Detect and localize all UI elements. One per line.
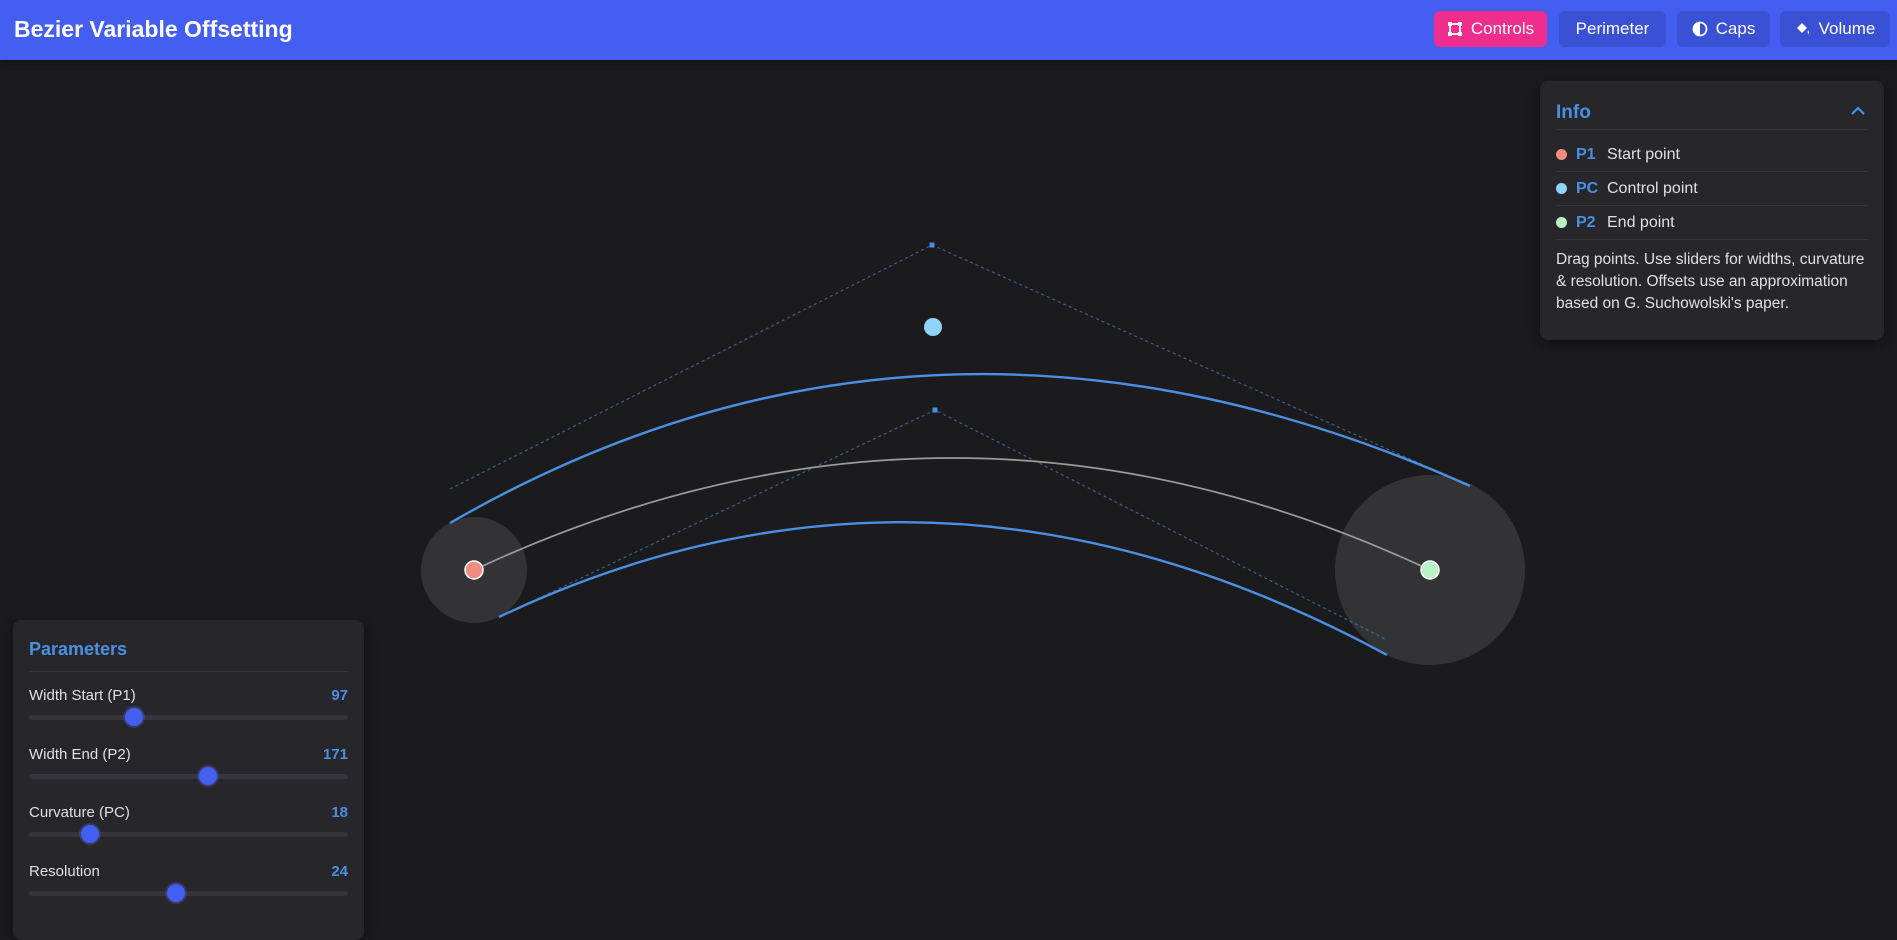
start-point-p1[interactable]	[464, 560, 484, 580]
paint-bucket-icon	[1796, 23, 1809, 34]
caps-button-label: Caps	[1715, 19, 1756, 38]
slider-thumb[interactable]	[166, 884, 185, 902]
curvature-slider[interactable]: Curvature (PC) 18	[29, 804, 348, 854]
inner-control-polygon	[498, 409, 1388, 641]
slider-value: 171	[322, 746, 348, 763]
slider-value: 18	[331, 804, 348, 821]
legend-item-p1: P1 Start point	[1556, 138, 1868, 172]
start-point-dot	[1556, 149, 1567, 160]
volume-button[interactable]: Volume	[1780, 11, 1890, 47]
controls-button[interactable]: Controls	[1434, 11, 1547, 47]
legend-key: P2	[1576, 214, 1596, 231]
slider-label: Width End (P2)	[29, 746, 131, 763]
control-point-dot	[1556, 183, 1567, 194]
app-title: Bezier Variable Offsetting	[14, 16, 293, 42]
chevron-up-icon[interactable]	[1848, 101, 1868, 121]
legend-label: Start point	[1607, 146, 1680, 163]
legend-label: Control point	[1607, 180, 1698, 197]
volume-button-label: Volume	[1818, 19, 1876, 38]
perimeter-button-label: Perimeter	[1575, 19, 1650, 38]
legend-key: PC	[1576, 180, 1599, 197]
top-bar: Bezier Variable Offsetting Controls Peri…	[0, 0, 1897, 60]
bezier-controls-icon	[1447, 22, 1462, 36]
info-title: Info	[1556, 102, 1591, 123]
control-point-pc[interactable]	[924, 318, 942, 336]
inner-control-handle[interactable]	[932, 407, 938, 413]
slider-track[interactable]	[29, 891, 348, 896]
outer-control-polygon	[449, 244, 1471, 490]
slider-label: Curvature (PC)	[29, 804, 130, 821]
inner-offset-curve	[498, 521, 1388, 657]
slider-label: Resolution	[29, 863, 100, 880]
parameters-title: Parameters	[29, 639, 348, 672]
slider-value: 97	[331, 687, 348, 704]
legend-key: P1	[1576, 146, 1596, 163]
outer-control-handle[interactable]	[929, 242, 935, 248]
slider-label: Width Start (P1)	[29, 687, 136, 704]
slider-thumb[interactable]	[198, 767, 217, 785]
slider-track[interactable]	[29, 832, 348, 837]
caps-button[interactable]: Caps	[1677, 11, 1770, 47]
parameters-panel: Parameters Width Start (P1) 97 Width End…	[13, 620, 364, 940]
outer-offset-curve	[449, 372, 1471, 525]
info-description: Drag points. Use sliders for widths, cur…	[1556, 251, 1865, 312]
slider-thumb[interactable]	[125, 708, 144, 726]
slider-thumb[interactable]	[80, 825, 99, 843]
slider-track[interactable]	[29, 774, 348, 779]
info-panel: Info P1 Start point PC Control point P2 …	[1540, 81, 1884, 340]
width-end-slider[interactable]: Width End (P2) 171	[29, 746, 348, 796]
legend-item-pc: PC Control point	[1556, 172, 1868, 206]
end-point-dot	[1556, 217, 1567, 228]
center-curve	[473, 457, 1431, 571]
controls-button-label: Controls	[1470, 19, 1535, 38]
slider-track[interactable]	[29, 715, 348, 720]
legend-item-p2: P2 End point	[1556, 206, 1868, 240]
end-point-p2[interactable]	[1420, 560, 1440, 580]
legend-label: End point	[1607, 214, 1675, 231]
half-circle-icon	[1692, 21, 1708, 37]
width-start-slider[interactable]: Width Start (P1) 97	[29, 687, 348, 737]
slider-value: 24	[331, 863, 348, 880]
resolution-slider[interactable]: Resolution 24	[29, 863, 348, 913]
perimeter-button[interactable]: Perimeter	[1559, 11, 1666, 47]
info-header: Info	[1556, 99, 1868, 130]
